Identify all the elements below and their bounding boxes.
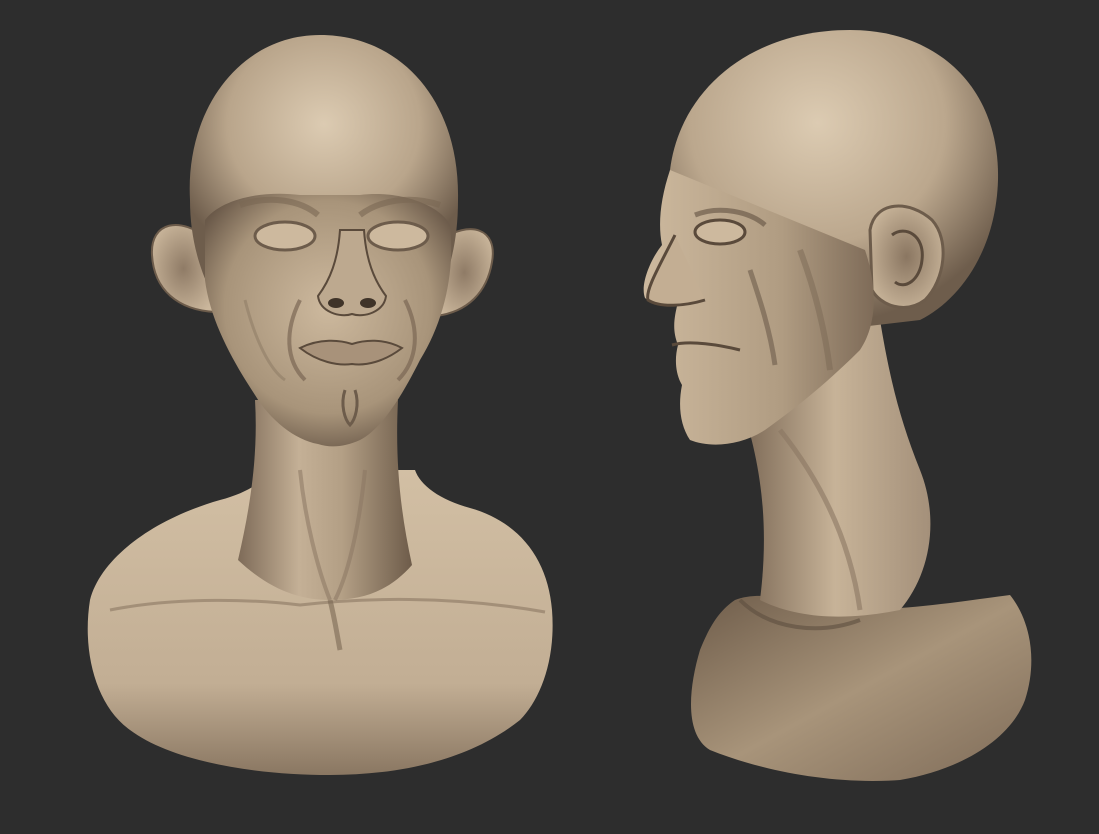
bust-front-view — [0, 0, 600, 834]
bust-front-illustration — [87, 35, 553, 775]
front-right-eye — [366, 220, 430, 252]
side-eye — [693, 218, 747, 246]
bust-side-view — [600, 0, 1099, 834]
side-chest — [690, 595, 1032, 781]
viewport — [0, 0, 1099, 834]
side-ear — [868, 204, 945, 309]
bust-side-illustration — [643, 30, 1032, 781]
front-left-eye — [253, 220, 317, 252]
